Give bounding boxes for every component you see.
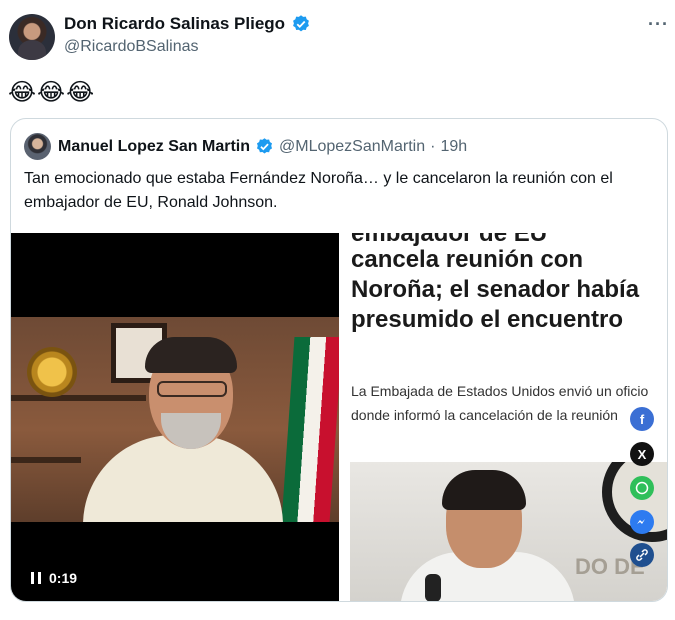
speaker-glasses [157,381,227,397]
x-icon[interactable]: X [630,442,654,466]
messenger-icon[interactable] [630,510,654,534]
link-icon[interactable] [630,543,654,567]
quote-author-name[interactable]: Manuel Lopez San Martin [58,138,250,156]
chain-glyph [636,549,648,561]
author-name[interactable]: Don Ricardo Salinas Pliego [64,14,285,34]
decorative-plate [27,347,77,397]
article-image[interactable]: embajador de EU cancela reunión con Noro… [339,233,667,601]
article-summary: La Embajada de Estados Unidos envió un o… [351,383,649,423]
video-time: 0:19 [49,570,78,586]
author-name-row[interactable]: Don Ricardo Salinas Pliego [64,14,311,34]
quote-header: Manuel Lopez San Martin @MLopezSanMartin… [58,137,467,156]
author-avatar[interactable] [9,14,55,60]
mexican-flag [281,337,339,522]
quote-author-avatar[interactable] [24,133,51,160]
verified-badge-icon [293,15,309,32]
pause-icon [31,572,41,584]
more-options-icon[interactable]: ··· [648,14,669,35]
quoted-post[interactable]: Manuel Lopez San Martin @MLopezSanMartin… [10,118,668,602]
quote-text: Tan emocionado que estaba Fernández Noro… [24,170,613,211]
bookshelf [11,457,81,463]
post-text: 😂😂😂 [8,79,96,106]
facebook-icon[interactable]: f [630,407,654,431]
quote-author-handle[interactable]: @MLopezSanMartin [279,138,425,156]
verified-badge-icon [256,138,273,154]
video-player[interactable]: 0:19 [11,233,339,601]
separator-dot: · [430,137,436,155]
person-hair [442,470,526,510]
article-photo: DO DE [350,462,667,601]
speaker-hair [145,337,237,373]
whatsapp-icon[interactable] [630,476,654,500]
author-handle[interactable]: @RicardoBSalinas [64,38,199,56]
pause-button[interactable]: 0:19 [31,570,77,586]
video-frame [11,317,339,522]
microphone [425,574,441,601]
bookshelf [11,395,146,401]
phone-glyph [635,481,649,495]
bolt-glyph [637,519,645,524]
quote-timestamp[interactable]: 19h [440,138,467,156]
article-headline: cancela reunión con Noroña; el senador h… [351,246,640,333]
